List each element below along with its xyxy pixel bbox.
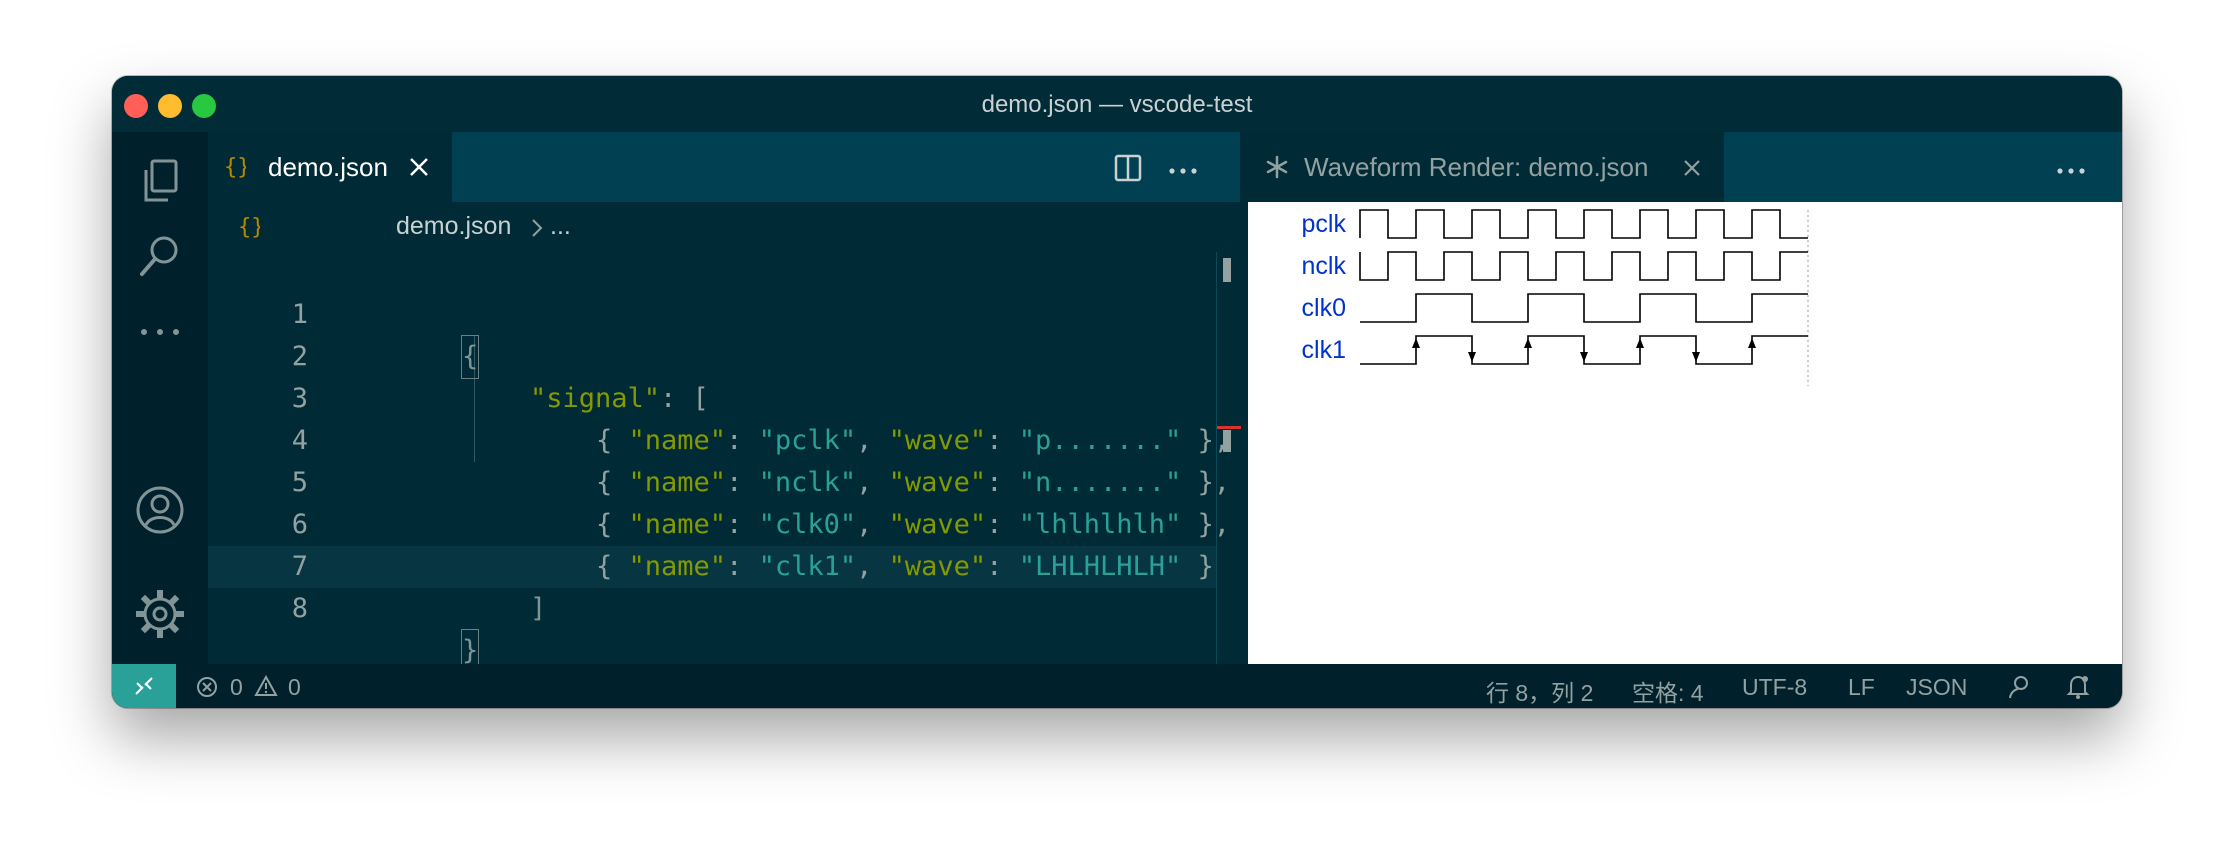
warning-count[interactable]: 0 [288,674,301,701]
settings-icon[interactable] [132,586,188,642]
vscode-window: demo.json — vscode-test {demo.json {de… [112,76,2122,708]
title-bar: demo.json — vscode-test [112,76,2122,132]
close-icon[interactable] [1682,158,1702,183]
error-count[interactable]: 0 [230,674,243,701]
breadcrumb: {} demo.json ... [208,202,1240,252]
tab-demo-json[interactable]: {} demo.json [208,132,452,202]
indentation[interactable]: 空格: 4 [1632,674,1704,708]
more-icon[interactable] [132,304,188,360]
code-line-2: 2 "signal": [ [208,294,1240,414]
svg-text:{}: {} [224,155,246,180]
search-icon[interactable] [132,228,188,284]
svg-text:{}: {} [238,215,260,240]
waveform-diagram: pclk nclk clk0 clk1 [1302,209,1809,386]
tab-label: Waveform Render: demo.json [1304,152,1649,182]
language-mode[interactable]: JSON [1906,674,1967,701]
json-icon: {} [238,210,265,249]
preview-group: Waveform Render: demo.json pclk nclk clk0 c… [1248,132,2122,664]
split-editor-icon[interactable] [1114,154,1142,187]
code-line-7: 7 ] [208,504,1240,624]
tab-label: demo.json [268,152,388,182]
signal-label-nclk: nclk [1302,252,1347,280]
end-of-line[interactable]: LF [1848,674,1875,701]
preview-more-actions-icon[interactable] [2056,162,2086,180]
tab-waveform-render[interactable]: Waveform Render: demo.json [1248,132,1724,202]
status-bar: 0 0 行 8，列 2 空格: 4 UTF-8 LF JSON [112,664,2122,708]
signal-label-pclk: pclk [1302,210,1347,238]
overview-ruler-mark [1223,258,1231,282]
chevron-right-icon [530,216,544,245]
code-line-8: 8 } [208,546,1240,673]
signal-label-clk0: clk0 [1302,294,1346,322]
edge-arrow [1412,338,1420,348]
editor-group: {} demo.json {} demo.json ... [208,132,1241,673]
close-icon[interactable] [408,156,430,183]
window-title: demo.json — vscode-test [981,91,1253,118]
line-number: 8 [291,593,308,624]
cursor-position[interactable]: 行 8，列 2 [1486,674,1593,708]
edge-arrow [1636,338,1644,348]
editor-tab-bar: {} demo.json [208,132,1240,202]
edge-arrow [1692,352,1700,362]
account-icon[interactable] [132,482,188,538]
encoding[interactable]: UTF-8 [1742,674,1807,701]
preview-icon [1264,154,1290,185]
json-icon: {} [224,150,251,187]
edge-arrow [1748,338,1756,348]
code-line-3: 3 { "name": "pclk", "wave": "p......." }… [208,336,1240,456]
error-icon[interactable] [196,676,218,704]
warning-icon[interactable] [254,674,278,703]
editor-more-actions-icon[interactable] [1168,162,1198,180]
overview-ruler-mark [1223,430,1231,452]
breadcrumb-file[interactable]: demo.json [396,212,511,241]
bell-icon[interactable] [2066,674,2090,706]
edge-arrow [1580,352,1588,362]
wave-trace-pclk [1359,209,1808,239]
explorer-icon[interactable] [132,154,188,210]
code-line-5: 5 { "name": "clk0", "wave": "lhlhlhlh" }… [208,420,1240,540]
wave-trace-nclk [1359,251,1808,281]
remote-icon[interactable] [112,664,176,708]
editor-scrollbar[interactable] [1216,252,1241,664]
code-line-1: 1 { [208,252,1240,379]
code-line-4: 4 { "name": "nclk", "wave": "n......." }… [208,378,1240,498]
edge-arrow [1468,352,1476,362]
code-area[interactable]: 1 { 2 "signal": [ 3 { "name": "pclk", "w… [208,252,1240,673]
feedback-icon[interactable] [2006,674,2032,706]
wave-trace-clk0 [1360,293,1808,323]
preview-tab-bar: Waveform Render: demo.json [1248,132,2122,202]
closing-bracket: ] [530,593,547,624]
edge-arrow [1524,338,1532,348]
activity-bar [112,132,208,664]
breadcrumb-symbol[interactable]: ... [550,212,571,241]
code-line-6: 6 { "name": "clk1", "wave": "LHLHLHLH" } [208,462,1240,582]
overview-ruler-error [1217,426,1241,429]
signal-label-clk1: clk1 [1302,336,1346,364]
